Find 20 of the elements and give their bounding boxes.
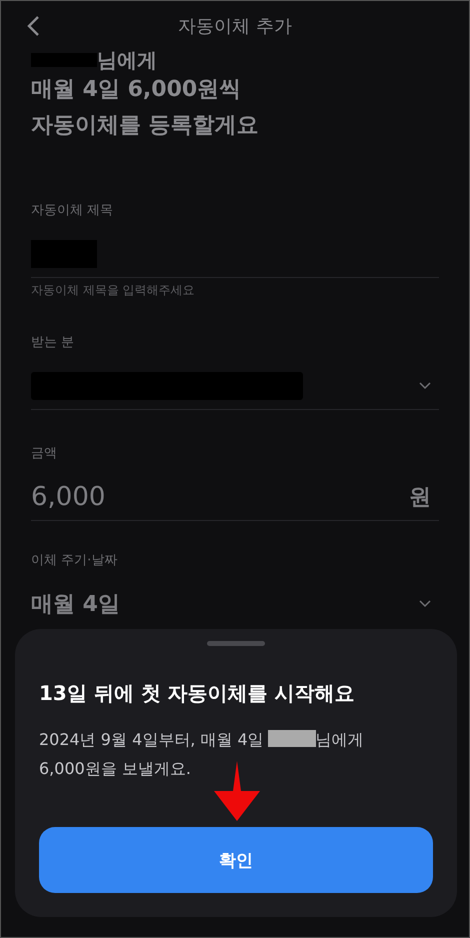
cycle-value[interactable]: 매월 4일 bbox=[31, 589, 120, 619]
currency-unit: 원 bbox=[409, 484, 431, 512]
field-label: 이체 주기·날짜 bbox=[31, 552, 118, 569]
summary-headline: 매월 4일 6,000원씩 bbox=[31, 76, 242, 104]
field-label: 받는 분 bbox=[31, 334, 76, 351]
recipient-suffix: 님에게 bbox=[97, 51, 157, 69]
drag-handle[interactable] bbox=[207, 641, 265, 646]
sheet-message: 2024년 9월 4일부터, 매월 4일 님에게 6,000원을 보낼게요. bbox=[39, 729, 365, 780]
pointer-arrow bbox=[214, 761, 260, 821]
chevron-down-icon bbox=[419, 382, 431, 390]
sheet-title: 13일 뒤에 첫 자동이체를 시작해요 bbox=[39, 680, 356, 707]
field-helper-text: 자동이체 제목을 입력해주세요 bbox=[31, 282, 196, 299]
confirm-button[interactable]: 확인 bbox=[39, 827, 433, 893]
field-label: 금액 bbox=[31, 445, 58, 462]
chevron-down-icon bbox=[419, 600, 431, 608]
summary-headline: 자동이체를 등록할게요 bbox=[31, 112, 260, 140]
back-icon[interactable] bbox=[25, 15, 41, 37]
page-title: 자동이체 추가 bbox=[178, 15, 292, 38]
amount-value[interactable]: 6,000 bbox=[31, 482, 106, 512]
field-label: 자동이체 제목 bbox=[31, 202, 114, 219]
